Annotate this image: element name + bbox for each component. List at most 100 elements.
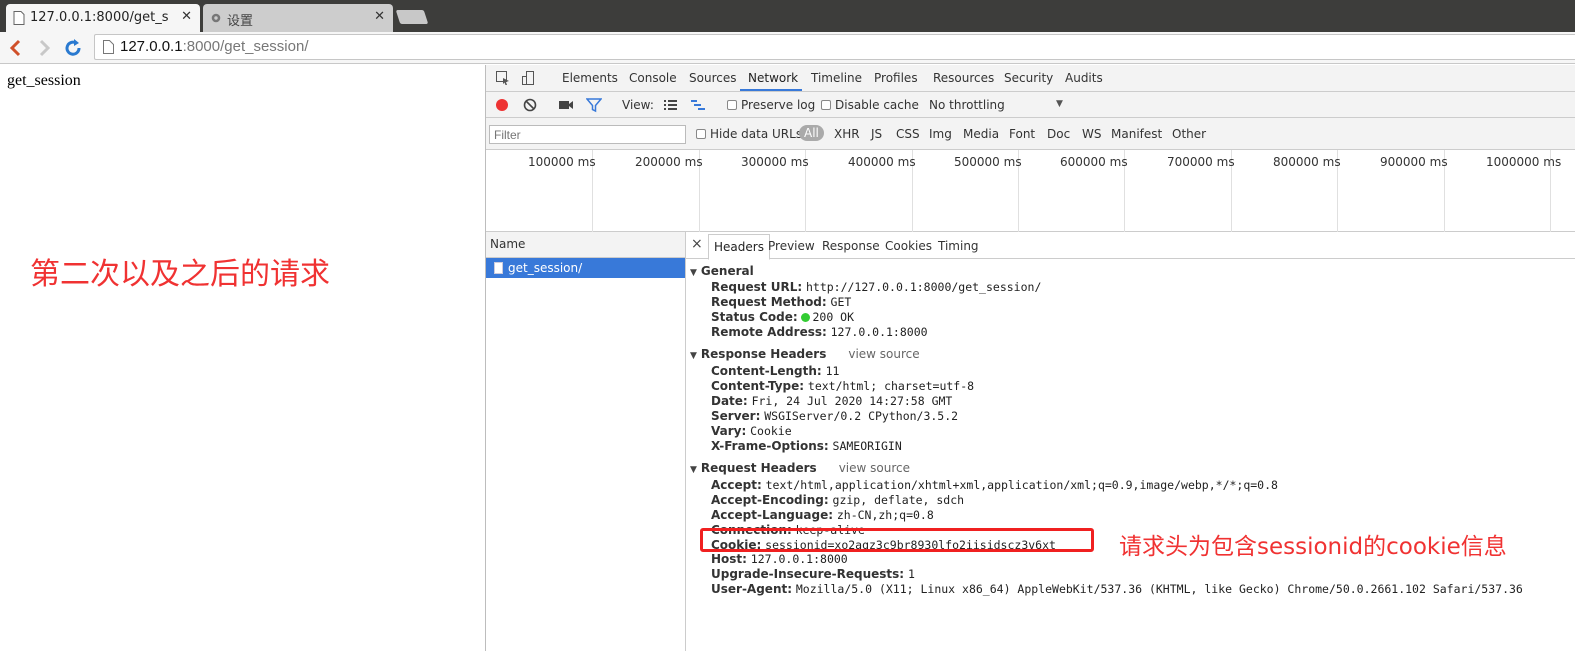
forward-icon[interactable] <box>33 37 55 59</box>
header-row: Request Method: GET <box>711 295 852 309</box>
timeline-label: 800000 ms <box>1273 155 1341 169</box>
hide-data-urls-checkbox[interactable]: Hide data URLs <box>696 127 802 141</box>
cookie-annotation-text: 请求头为包含sessionid的cookie信息 <box>1119 534 1507 560</box>
timeline-label: 900000 ms <box>1380 155 1448 169</box>
header-row: Content-Type: text/html; charset=utf-8 <box>711 379 975 393</box>
annotation-text: 第二次以及之后的请求 <box>30 257 330 292</box>
back-icon[interactable] <box>5 37 27 59</box>
timeline-label: 1000000 ms <box>1486 155 1562 169</box>
devtools-panel: Elements Console Sources Network Timelin… <box>485 65 1575 651</box>
request-details: × Headers Preview Response Cookies Timin… <box>686 232 1575 651</box>
triangle-down-icon: ▼ <box>690 268 697 278</box>
tab-elements[interactable]: Elements <box>562 71 618 85</box>
filter-doc[interactable]: Doc <box>1047 127 1070 141</box>
timeline-label: 400000 ms <box>848 155 916 169</box>
reload-icon[interactable] <box>62 37 84 59</box>
filter-css[interactable]: CSS <box>896 127 920 141</box>
filter-font[interactable]: Font <box>1009 127 1035 141</box>
inspect-icon[interactable] <box>495 70 511 86</box>
camera-icon[interactable] <box>558 97 574 113</box>
response-headers-section-header[interactable]: ▼ Response Headers view source <box>690 347 920 361</box>
timeline-label: 200000 ms <box>635 155 703 169</box>
tab-resources[interactable]: Resources <box>933 71 994 85</box>
request-headers-section-header[interactable]: ▼ Request Headers view source <box>690 461 910 475</box>
tab-response[interactable]: Response <box>822 239 880 253</box>
close-icon[interactable]: × <box>691 236 703 252</box>
tab-preview[interactable]: Preview <box>768 239 815 253</box>
request-list: Name get_session/ <box>486 232 686 651</box>
browser-tab-title: 127.0.0.1:8000/get_s <box>30 10 169 25</box>
timeline-label: 500000 ms <box>954 155 1022 169</box>
cookie-highlight-box <box>700 528 1094 552</box>
timeline-label: 300000 ms <box>741 155 809 169</box>
throttling-select[interactable]: No throttling <box>929 98 1005 112</box>
tab-network[interactable]: Network <box>748 71 798 85</box>
devtools-tab-bar: Elements Console Sources Network Timelin… <box>486 65 1575 92</box>
status-ok-icon <box>801 313 811 322</box>
active-tab-indicator <box>740 89 802 91</box>
record-icon[interactable] <box>494 97 510 113</box>
header-row: Request URL: http://127.0.0.1:8000/get_s… <box>711 280 1042 294</box>
header-row: Accept-Encoding: gzip, deflate, sdch <box>711 493 965 507</box>
page-icon <box>103 40 114 54</box>
timeline-label: 600000 ms <box>1060 155 1128 169</box>
document-icon <box>494 262 503 274</box>
header-row: User-Agent: Mozilla/5.0 (X11; Linux x86_… <box>711 582 1523 596</box>
detail-tab-bar: × Headers Preview Response Cookies Timin… <box>686 232 1575 260</box>
waterfall-icon[interactable] <box>690 97 706 113</box>
filter-img[interactable]: Img <box>929 127 952 141</box>
filter-other[interactable]: Other <box>1172 127 1206 141</box>
filter-all[interactable]: All <box>799 125 824 141</box>
timeline-label: 100000 ms <box>528 155 596 169</box>
triangle-down-icon: ▼ <box>690 351 697 361</box>
large-rows-icon[interactable] <box>662 97 678 113</box>
filter-icon[interactable] <box>586 97 602 113</box>
device-mode-icon[interactable] <box>521 70 537 86</box>
browser-tab-strip: 127.0.0.1:8000/get_s ✕ 设置 ✕ <box>0 0 1575 32</box>
filter-manifest[interactable]: Manifest <box>1111 127 1162 141</box>
general-section-header[interactable]: ▼ General <box>690 264 754 278</box>
browser-tab-get-session[interactable]: 127.0.0.1:8000/get_s ✕ <box>6 4 200 32</box>
header-row: Upgrade-Insecure-Requests: 1 <box>711 567 915 581</box>
close-icon[interactable]: ✕ <box>374 9 385 24</box>
tab-audits[interactable]: Audits <box>1065 71 1103 85</box>
network-overview-timeline[interactable]: 100000 ms 200000 ms 300000 ms 400000 ms 5000… <box>486 150 1575 232</box>
chevron-down-icon[interactable]: ▼ <box>1056 99 1063 109</box>
filter-bar: Hide data URLs All XHR JS CSS Img Media … <box>486 118 1575 150</box>
page-content: get_session 第二次以及之后的请求 <box>0 65 485 651</box>
tab-console[interactable]: Console <box>629 71 677 85</box>
tab-security[interactable]: Security <box>1004 71 1053 85</box>
preserve-log-checkbox[interactable]: Preserve log <box>727 98 815 112</box>
name-column-header[interactable]: Name <box>486 232 685 258</box>
tab-timeline[interactable]: Timeline <box>811 71 862 85</box>
header-row: Host: 127.0.0.1:8000 <box>711 552 848 566</box>
network-controls: View: Preserve log Disable cache No thro… <box>486 92 1575 118</box>
url-text: 127.0.0.1:8000/get_session/ <box>120 38 309 55</box>
view-source-link[interactable]: view source <box>848 347 919 361</box>
disable-cache-checkbox[interactable]: Disable cache <box>821 98 919 112</box>
view-source-link[interactable]: view source <box>839 461 910 475</box>
clear-icon[interactable] <box>522 97 538 113</box>
tab-headers[interactable]: Headers <box>708 234 770 260</box>
browser-tab-settings[interactable]: 设置 ✕ <box>203 4 393 32</box>
filter-ws[interactable]: WS <box>1082 127 1101 141</box>
filter-xhr[interactable]: XHR <box>834 127 860 141</box>
table-row[interactable]: get_session/ <box>486 258 685 278</box>
filter-media[interactable]: Media <box>963 127 999 141</box>
header-row: Status Code: 200 OK <box>711 310 855 324</box>
page-body-text: get_session <box>7 72 81 89</box>
new-tab-button[interactable] <box>395 10 429 24</box>
filter-input[interactable] <box>489 125 686 144</box>
header-row: Vary: Cookie <box>711 424 792 438</box>
timeline-label: 700000 ms <box>1167 155 1235 169</box>
close-icon[interactable]: ✕ <box>181 9 192 24</box>
tab-cookies[interactable]: Cookies <box>885 239 932 253</box>
filter-js[interactable]: JS <box>871 127 882 141</box>
header-row: Remote Address: 127.0.0.1:8000 <box>711 325 928 339</box>
header-row: X-Frame-Options: SAMEORIGIN <box>711 439 902 453</box>
tab-sources[interactable]: Sources <box>689 71 736 85</box>
tab-timing[interactable]: Timing <box>938 239 979 253</box>
address-bar[interactable]: 127.0.0.1:8000/get_session/ <box>94 34 1575 60</box>
request-name: get_session/ <box>508 261 583 275</box>
tab-profiles[interactable]: Profiles <box>874 71 918 85</box>
